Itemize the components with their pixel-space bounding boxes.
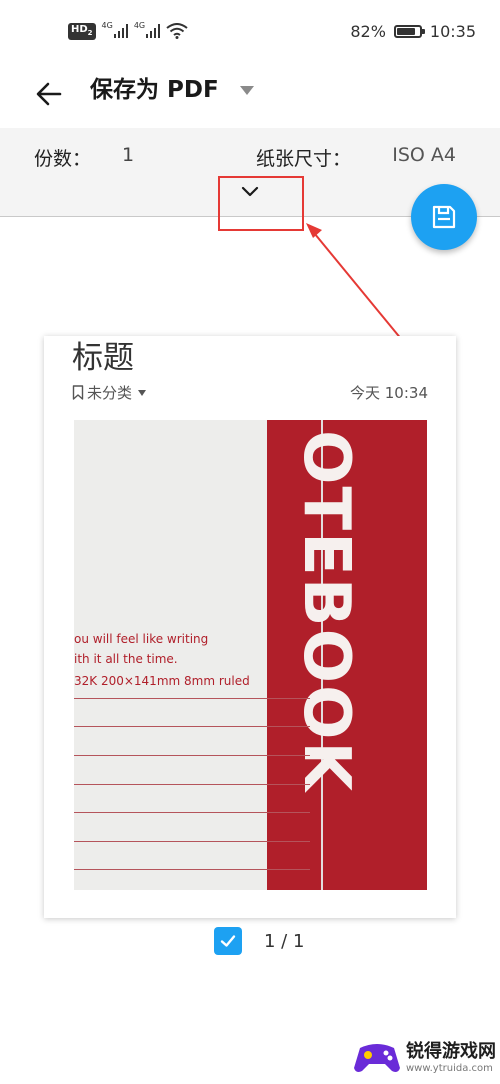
ruled-line xyxy=(74,726,310,727)
signal-1-icon: 4G xyxy=(101,21,128,38)
annotation-arrow-icon xyxy=(306,223,403,341)
ruled-line xyxy=(74,812,310,813)
pdf-page-preview[interactable]: 标题 未分类 今天 10:34 OTEBOOK ou will feel lik… xyxy=(44,336,456,918)
photo-text-line-1: ou will feel like writing xyxy=(74,632,209,646)
floppy-disk-icon xyxy=(432,205,456,229)
arrow-left-icon[interactable] xyxy=(32,76,68,112)
note-category: 未分类 xyxy=(72,382,147,403)
photo-text-line-2: ith it all the time. xyxy=(74,652,178,666)
battery-percent: 82% xyxy=(350,21,386,41)
watermark-name: 锐得游戏网 xyxy=(406,1041,496,1062)
ruled-line xyxy=(74,698,310,699)
save-pdf-button[interactable] xyxy=(411,184,477,250)
battery-fill xyxy=(396,27,415,35)
copies-value[interactable]: 1 xyxy=(122,144,134,166)
page-count: 1 / 1 xyxy=(264,930,305,952)
network-type-2: 4G xyxy=(133,21,146,30)
photo-text-line-3: 32K 200×141mm 8mm ruled xyxy=(74,674,250,688)
wifi-icon xyxy=(166,23,188,39)
status-icons-right: 82% 10:35 xyxy=(350,20,476,42)
ruled-line xyxy=(74,841,310,842)
battery-icon xyxy=(393,24,425,38)
page-checkbox[interactable] xyxy=(214,927,242,955)
watermark-url: www.ytruida.com xyxy=(406,1063,493,1074)
note-title: 标题 xyxy=(72,340,134,376)
gamepad-logo-icon xyxy=(354,1044,400,1072)
notebook-photo: OTEBOOK ou will feel like writing ith it… xyxy=(74,420,427,890)
hd-label: HD xyxy=(71,23,88,35)
bookmark-icon xyxy=(72,385,84,400)
page-selector: 1 / 1 xyxy=(214,927,304,955)
ruled-line xyxy=(74,869,310,870)
note-timestamp: 今天 10:34 xyxy=(350,384,428,402)
category-label: 未分类 xyxy=(87,384,133,402)
status-bar: HD2 4G 4G 82% 10:35 xyxy=(0,0,500,62)
signal-2-icon: 4G xyxy=(133,21,161,38)
caret-down-icon[interactable] xyxy=(240,86,254,95)
paper-size-label: 纸张尺寸： xyxy=(256,148,352,170)
ruled-line xyxy=(74,755,310,756)
title-bar: 保存为 PDF xyxy=(0,62,500,128)
network-type-1: 4G xyxy=(101,21,113,30)
category-caret-icon xyxy=(138,389,147,396)
ruled-line xyxy=(74,784,310,785)
copies-label: 份数： xyxy=(34,148,92,170)
printer-title[interactable]: 保存为 PDF xyxy=(90,74,219,106)
clock: 10:35 xyxy=(429,21,476,41)
notebook-brand-text: OTEBOOK xyxy=(289,430,363,793)
annotation-highlight-box xyxy=(218,176,304,231)
status-icons-left: HD2 4G 4G xyxy=(68,20,188,42)
paper-size-value[interactable]: ISO A4 xyxy=(392,144,456,166)
check-icon xyxy=(220,935,236,947)
hd-sub-label: 2 xyxy=(87,28,93,37)
hd-voice-icon: HD2 xyxy=(68,22,96,40)
site-watermark: 锐得游戏网 www.ytruida.com xyxy=(352,1038,496,1078)
